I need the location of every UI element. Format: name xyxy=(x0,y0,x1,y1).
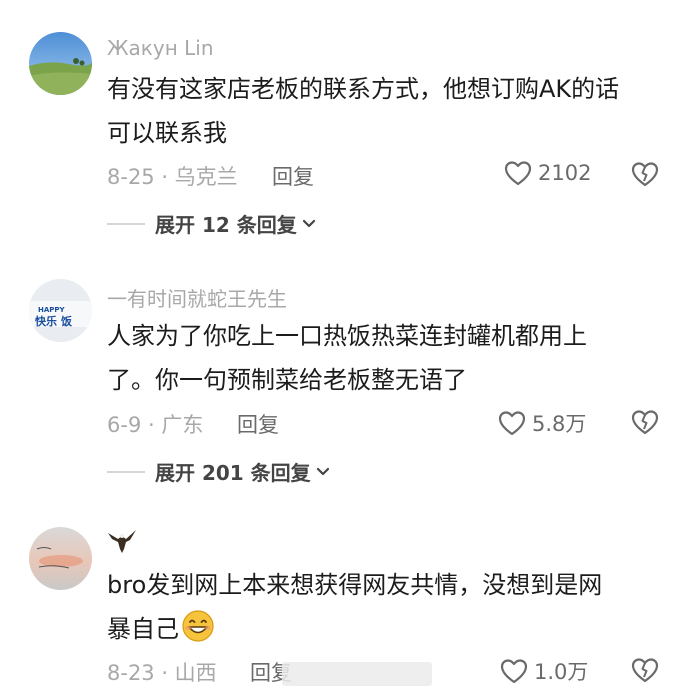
chevron-down-icon xyxy=(302,219,315,227)
divider xyxy=(107,222,145,225)
comment-text-line: 暴自己 xyxy=(107,607,677,651)
chevron-down-icon xyxy=(316,467,329,475)
like-count: 2102 xyxy=(538,161,592,185)
avatar-text: HAPPY xyxy=(38,306,66,314)
username[interactable]: Жакун Lin xyxy=(107,36,214,60)
like-count: 5.8万 xyxy=(532,412,587,436)
broken-heart-icon[interactable] xyxy=(631,160,659,188)
comment-text-fragment: 暴自己 xyxy=(107,615,179,643)
avatar[interactable] xyxy=(29,527,92,590)
date-location: 8-25 · 乌克兰 xyxy=(107,165,238,189)
reply-button[interactable]: 回复 xyxy=(272,161,314,191)
like-button[interactable]: 2102 xyxy=(504,160,591,186)
happy-meal-avatar-icon: HAPPY 快乐 饭 xyxy=(29,279,92,342)
comment-text-line: 了。你一句预制菜给老板整无语了 xyxy=(107,366,467,394)
heart-icon xyxy=(500,659,528,684)
heart-icon xyxy=(504,161,532,186)
username[interactable]: 一有时间就蛇王先生 xyxy=(107,283,287,312)
reply-button[interactable]: 回复 xyxy=(237,409,279,439)
comment-text: 人家为了你吃上一口热饭热菜连封罐机都用上 了。你一句预制菜给老板整无语了 xyxy=(107,314,677,402)
like-button[interactable]: 5.8万 xyxy=(498,408,586,438)
landscape-avatar-icon xyxy=(29,32,92,95)
expand-replies-label: 展开 12 条回复 xyxy=(155,213,297,237)
divider xyxy=(107,470,145,473)
avatar-text: 快乐 xyxy=(34,314,57,328)
expand-replies-label: 展开 201 条回复 xyxy=(155,461,311,485)
sunset-avatar-icon xyxy=(29,527,92,590)
grin-emoji-icon xyxy=(182,610,214,642)
heart-icon xyxy=(498,411,526,436)
avatar[interactable]: HAPPY 快乐 饭 xyxy=(29,279,92,342)
eagle-icon xyxy=(108,530,136,553)
expand-replies-button[interactable]: 展开 12 条回复 xyxy=(107,209,317,238)
comment-text: bro发到网上本来想获得网友共情，没想到是网 暴自己 xyxy=(107,563,677,651)
avatar-text: 饭 xyxy=(60,314,72,328)
like-button[interactable]: 1.0万 xyxy=(500,656,588,686)
comment-text-line: 有没有这家店老板的联系方式，他想订购AK的话 xyxy=(107,75,620,103)
comment-text: 有没有这家店老板的联系方式，他想订购AK的话 可以联系我 xyxy=(107,67,677,155)
date-location: 6-9 · 广东 xyxy=(107,413,204,437)
watermark-overlay xyxy=(282,662,432,686)
like-count: 1.0万 xyxy=(534,660,589,684)
expand-replies-button[interactable]: 展开 201 条回复 xyxy=(107,457,331,486)
avatar[interactable] xyxy=(29,32,92,95)
broken-heart-icon[interactable] xyxy=(631,408,659,436)
date-location: 8-23 · 山西 xyxy=(107,661,217,685)
broken-heart-icon[interactable] xyxy=(631,656,659,684)
comment-text-line: bro发到网上本来想获得网友共情，没想到是网 xyxy=(107,571,603,599)
comment-text-line: 人家为了你吃上一口热饭热菜连封罐机都用上 xyxy=(107,322,587,350)
comment-text-line: 可以联系我 xyxy=(107,119,227,147)
